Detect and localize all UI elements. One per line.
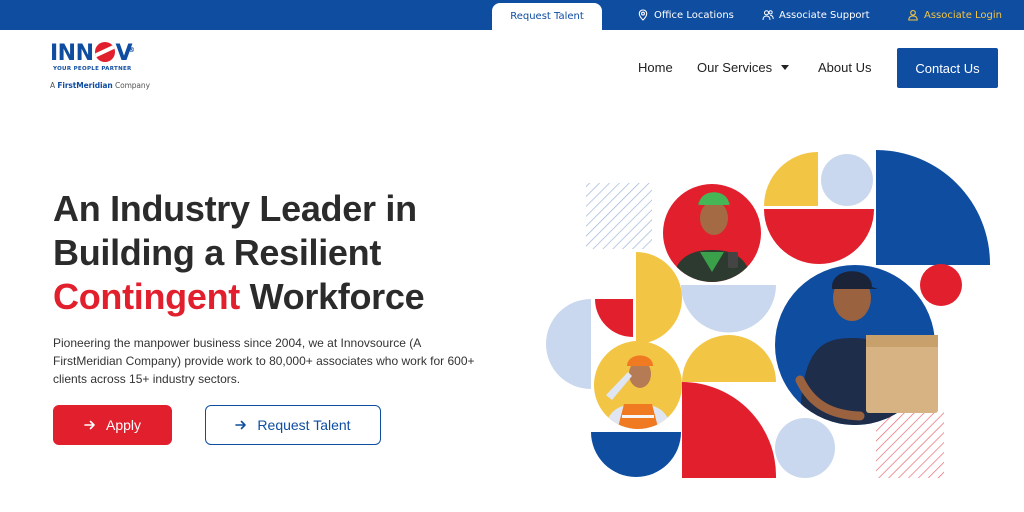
hero-illustration	[546, 150, 991, 478]
logo-o-globe-icon	[94, 42, 115, 62]
logo-company-line: A FirstMeridian Company	[50, 81, 150, 90]
innov-logo[interactable]: INN V ® YOUR PEOPLE PARTNER A FirstMeridia…	[50, 42, 150, 94]
request-talent-label: Request Talent	[257, 417, 351, 433]
request-talent-button[interactable]: Request Talent	[205, 405, 381, 445]
apply-button[interactable]: Apply	[53, 405, 172, 445]
hero-title-line-1: An Industry Leader in	[53, 188, 417, 229]
hatch-pattern-red	[876, 410, 944, 478]
contact-us-button[interactable]: Contact Us	[897, 48, 998, 88]
hatch-pattern-blue	[586, 183, 652, 249]
apply-label: Apply	[105, 417, 142, 433]
logo-wordmark: INN V ®	[50, 41, 135, 66]
hero-title-line-2: Building a Resilient	[53, 232, 382, 273]
office-locations-label: Office Locations	[654, 9, 734, 21]
user-icon	[908, 9, 918, 21]
hero-title-line-3: Contingent Workforce	[53, 276, 425, 317]
people-icon	[762, 10, 774, 21]
office-locations-link[interactable]: Office Locations	[637, 0, 734, 30]
chevron-down-icon[interactable]	[781, 65, 789, 70]
associate-login-label: Associate Login	[924, 9, 1003, 21]
hero-highlight: Contingent	[53, 276, 240, 317]
arrow-right-icon	[235, 420, 247, 430]
top-utility-bar: Request Talent Office Locations Associat…	[0, 0, 1024, 30]
nav-our-services[interactable]: Our Services	[697, 60, 772, 75]
request-talent-tab[interactable]: Request Talent	[492, 3, 602, 30]
associate-login-link[interactable]: Associate Login	[907, 0, 1002, 30]
hero-description: Pioneering the manpower business since 2…	[53, 336, 475, 386]
nav-home[interactable]: Home	[638, 60, 673, 75]
associate-support-label: Associate Support	[779, 9, 870, 21]
nav-about-us[interactable]: About Us	[818, 60, 871, 75]
location-pin-icon	[638, 9, 648, 21]
logo-tagline: YOUR PEOPLE PARTNER	[53, 66, 132, 72]
associate-support-link[interactable]: Associate Support	[762, 0, 870, 30]
arrow-right-icon	[84, 420, 95, 430]
